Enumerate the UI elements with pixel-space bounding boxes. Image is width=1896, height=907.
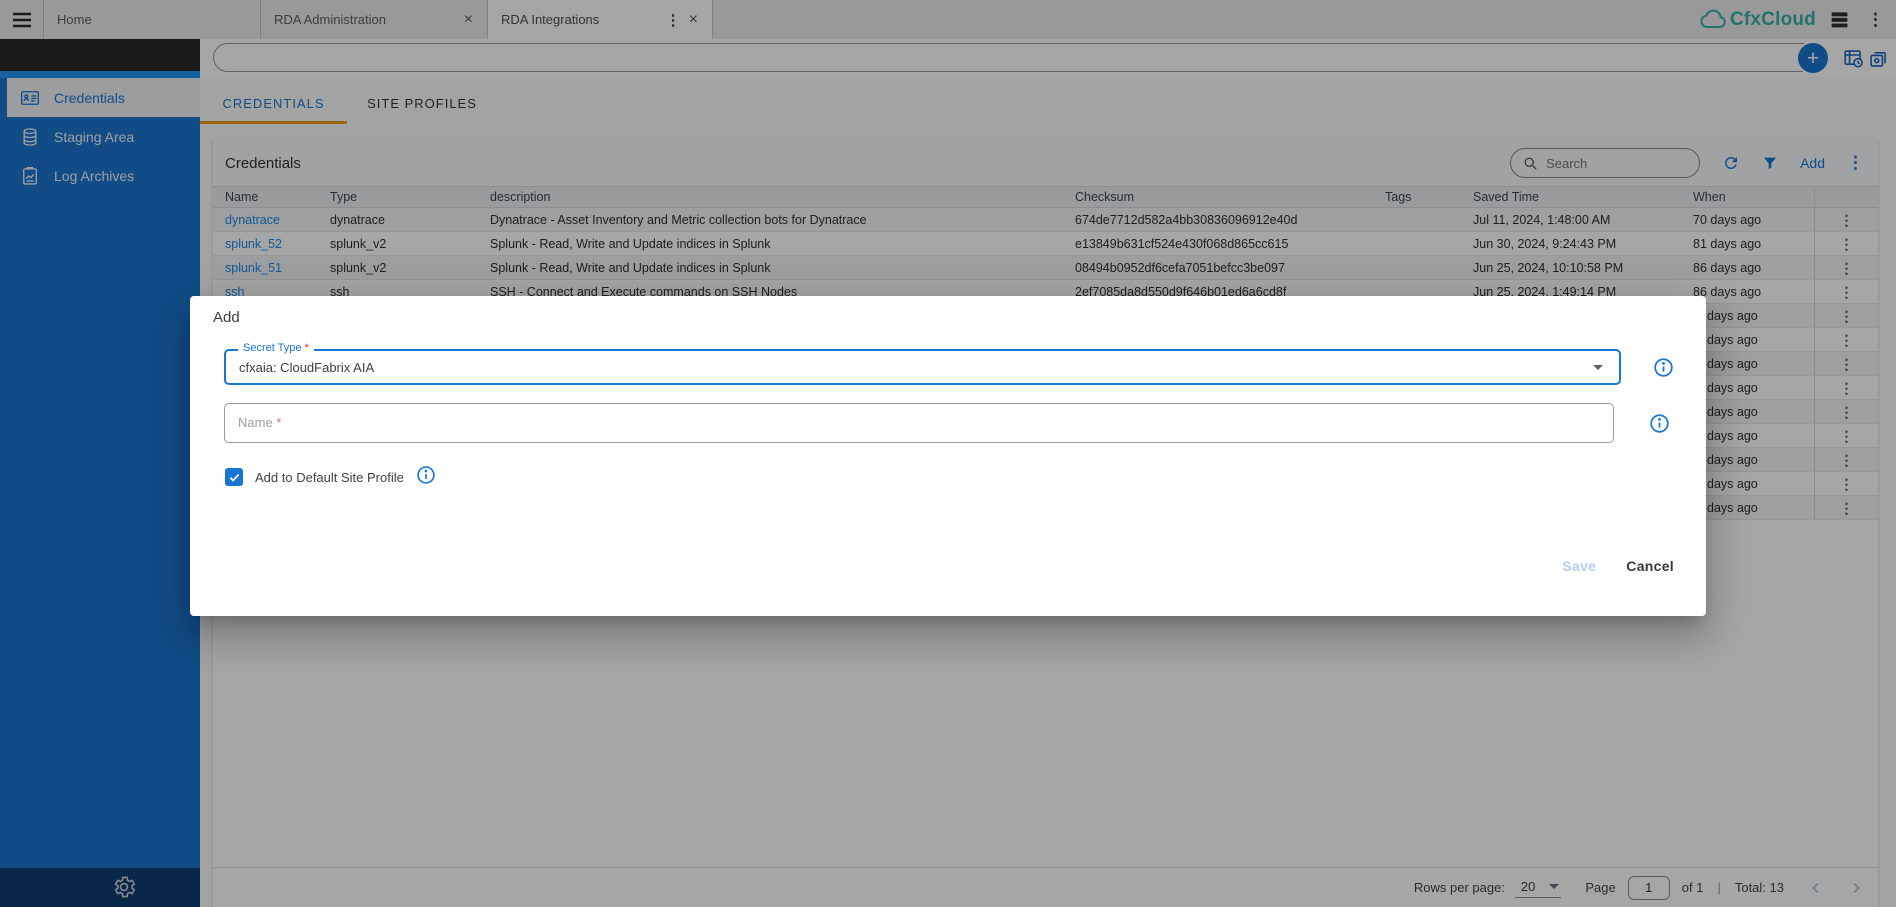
default-site-profile-checkbox[interactable] — [225, 468, 243, 486]
check-icon — [228, 471, 241, 484]
secret-type-label: Secret Type * — [238, 342, 314, 354]
cancel-button[interactable]: Cancel — [1626, 558, 1674, 574]
secret-type-select[interactable]: Secret Type * cfxaia: CloudFabrix AIA — [224, 349, 1621, 385]
chevron-down-icon — [1593, 365, 1603, 370]
modal-title: Add — [213, 309, 240, 326]
add-credential-modal: Add Secret Type * cfxaia: CloudFabrix AI… — [190, 296, 1706, 616]
checkbox-info-icon[interactable] — [416, 465, 436, 490]
secret-type-info-icon[interactable] — [1653, 357, 1674, 383]
secret-type-value: cfxaia: CloudFabrix AIA — [226, 351, 1619, 384]
name-info-icon[interactable] — [1649, 413, 1670, 439]
checkbox-label: Add to Default Site Profile — [255, 470, 404, 485]
default-site-profile-row: Add to Default Site Profile — [225, 464, 436, 490]
name-placeholder: Name * — [225, 404, 1613, 442]
name-input[interactable]: Name * — [224, 403, 1614, 443]
modal-actions: Save Cancel — [1562, 558, 1674, 574]
save-button[interactable]: Save — [1562, 558, 1596, 574]
